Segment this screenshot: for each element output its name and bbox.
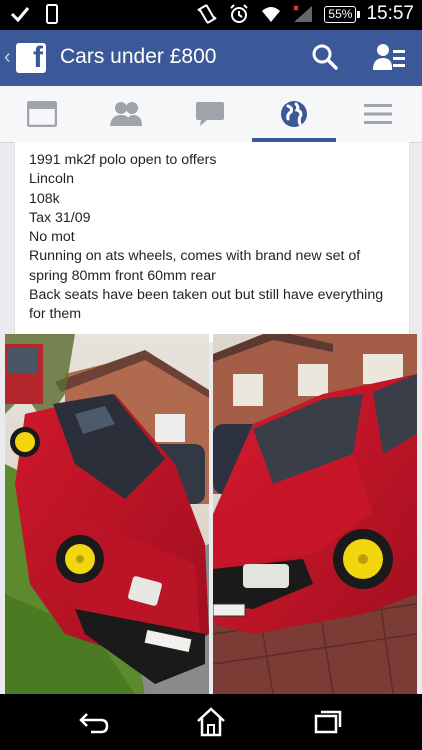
menu-icon [364,104,392,124]
search-icon[interactable] [312,44,338,70]
battery-indicator: 55% [324,5,361,23]
post-line: Back seats have been taken out but still… [29,287,384,304]
post-photo-1[interactable] [5,334,209,694]
vibrate-icon [197,4,218,24]
signal-icon [293,5,313,22]
home-button[interactable] [191,704,231,740]
tab-friend-requests[interactable] [84,86,168,142]
tab-more[interactable] [336,86,420,142]
wifi-icon [262,7,281,22]
post-card: 1991 mk2f polo open to offers Lincoln 10… [14,142,410,342]
post-photo-2[interactable] [213,334,417,694]
clock: 15:57 [366,3,414,24]
post-line: Lincoln [29,171,74,188]
phone-icon [46,4,58,24]
tab-notifications[interactable] [252,86,336,142]
check-icon [10,7,30,23]
tab-bar [0,86,422,143]
post-body: 1991 mk2f polo open to offers Lincoln 10… [29,151,395,325]
system-navigation-bar [0,694,422,750]
post-line: No mot [29,229,75,246]
news-feed-icon [27,101,57,127]
post-line: Running on ats wheels, comes with brand … [29,248,361,265]
back-icon [79,713,109,734]
back-chevron-icon[interactable]: ‹ [4,46,11,69]
post-line: for them [29,306,82,323]
alarm-icon [230,4,249,23]
post-line: spring 80mm front 60mm rear [29,267,216,284]
recent-apps-icon [314,710,342,734]
car-photo-front-right [213,334,417,694]
back-button[interactable] [74,704,114,740]
globe-icon [281,101,307,127]
car-photo-front-left [5,334,209,694]
home-icon [197,707,225,737]
page-title: Cars under £800 [60,45,217,68]
post-line: 1991 mk2f polo open to offers [29,152,217,168]
tab-messages[interactable] [168,86,252,142]
friends-list-icon[interactable] [372,42,406,72]
tab-news-feed[interactable] [0,86,84,142]
messages-icon [196,102,224,126]
post-line: 108k [29,190,60,207]
recent-apps-button[interactable] [308,704,348,740]
post-line: Tax 31/09 [29,209,91,226]
app-header: ‹ f Cars under £800 [0,30,422,86]
status-bar: 55% 15:57 [0,0,422,30]
facebook-logo-icon[interactable]: f [16,41,46,74]
friends-icon [110,102,142,126]
